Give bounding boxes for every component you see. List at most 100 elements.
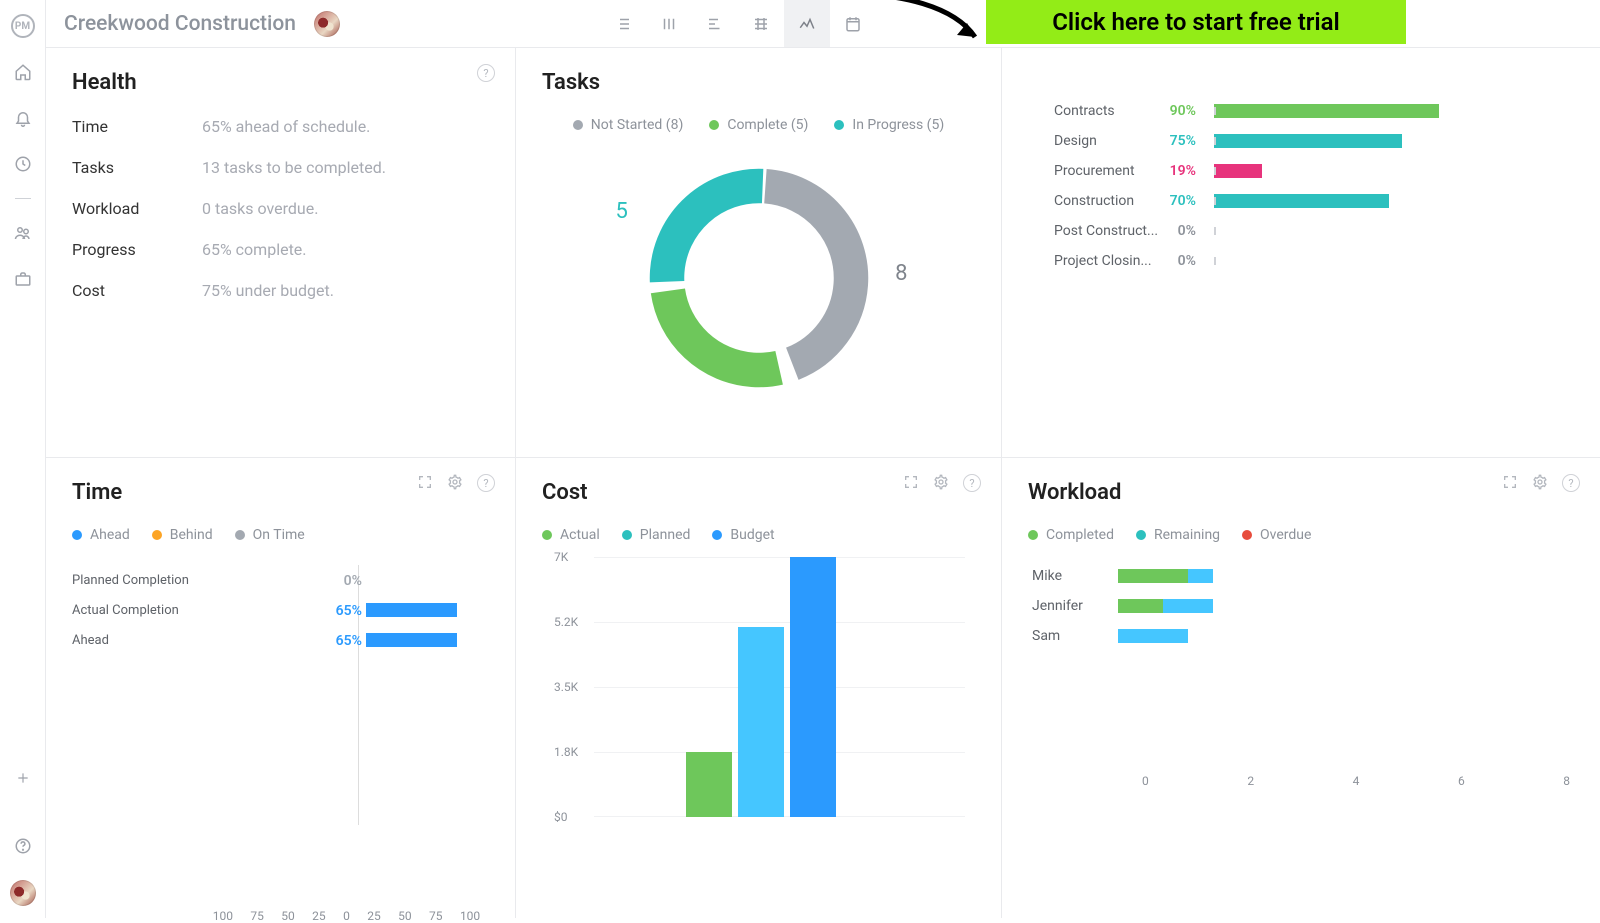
health-row-value: 65% complete. — [202, 240, 307, 259]
health-row-label: Tasks — [72, 158, 202, 177]
axis-tick: 0 — [343, 909, 350, 923]
progress-panel: Contracts90%Design75%Procurement19%Const… — [1002, 48, 1600, 458]
project-avatar[interactable] — [314, 11, 340, 37]
legend-label: Complete (5) — [727, 117, 808, 133]
legend-label: Actual — [560, 527, 600, 543]
workload-row: Sam — [1028, 621, 1574, 651]
progress-row: Procurement19% — [1050, 156, 1600, 186]
expand-icon[interactable] — [417, 474, 435, 492]
clock-icon[interactable] — [11, 152, 35, 176]
view-list-icon[interactable] — [600, 0, 646, 47]
cost-bar — [790, 557, 836, 817]
people-icon[interactable] — [11, 221, 35, 245]
progress-row: Design75% — [1050, 126, 1600, 156]
help-icon[interactable] — [11, 834, 35, 858]
time-row-label: Ahead — [72, 633, 242, 648]
view-dashboard-icon[interactable] — [784, 0, 830, 47]
progress-row-pct: 0% — [1162, 253, 1206, 269]
workload-bar — [1118, 599, 1418, 613]
legend-label: In Progress (5) — [852, 117, 944, 133]
progress-bar — [1214, 134, 1464, 148]
progress-row-pct: 75% — [1162, 133, 1206, 149]
legend-dot — [573, 120, 583, 130]
time-row: Actual Completion 65% — [72, 595, 489, 625]
time-row-pct: 65% — [336, 603, 362, 619]
axis-tick: 5.2K — [554, 615, 578, 629]
add-icon[interactable] — [11, 766, 35, 790]
time-row-pct: 65% — [336, 633, 362, 649]
axis-tick: 50 — [281, 909, 295, 923]
annotation-arrow — [840, 0, 990, 62]
expand-icon[interactable] — [1502, 474, 1520, 492]
axis-tick: 100 — [213, 909, 233, 923]
bell-icon[interactable] — [11, 106, 35, 130]
expand-icon[interactable] — [903, 474, 921, 492]
legend-label: Completed — [1046, 527, 1114, 543]
panel-title: Workload — [1028, 480, 1574, 505]
donut-label-not-started: 8 — [895, 261, 907, 286]
progress-row-pct: 90% — [1162, 103, 1206, 119]
panel-help-icon[interactable]: ? — [477, 64, 495, 82]
time-bar — [366, 603, 457, 617]
axis-tick: 4 — [1353, 774, 1360, 788]
time-row-pct: 0% — [344, 573, 362, 589]
workload-row-label: Jennifer — [1028, 598, 1118, 614]
axis-tick: 75 — [250, 909, 264, 923]
user-avatar[interactable] — [10, 880, 36, 906]
panel-title: Health — [72, 70, 489, 95]
view-gantt-icon[interactable] — [646, 0, 692, 47]
settings-icon[interactable] — [1532, 474, 1550, 492]
home-icon[interactable] — [11, 60, 35, 84]
progress-bar — [1214, 224, 1464, 238]
legend-label: Planned — [640, 527, 691, 543]
panel-help-icon[interactable]: ? — [477, 474, 495, 492]
cost-bar — [738, 627, 784, 817]
axis-tick: 2 — [1247, 774, 1254, 788]
legend-label: Overdue — [1260, 527, 1311, 543]
legend-label: Not Started (8) — [591, 117, 684, 133]
workload-bar — [1118, 629, 1418, 643]
progress-row-label: Procurement — [1050, 163, 1162, 179]
settings-icon[interactable] — [933, 474, 951, 492]
legend-label: Ahead — [90, 527, 130, 543]
legend-label: Behind — [170, 527, 213, 543]
workload-panel: Workload ? Completed Remaining Overdue M… — [1002, 458, 1600, 918]
axis-tick: 25 — [312, 909, 326, 923]
legend-dot — [709, 120, 719, 130]
app-sidebar: PM — [0, 0, 46, 918]
view-board-icon[interactable] — [692, 0, 738, 47]
progress-bar — [1214, 254, 1464, 268]
health-row-label: Workload — [72, 199, 202, 218]
cost-bar-chart: 7K5.2K3.5K1.8K$0 — [556, 557, 975, 817]
axis-tick: 0 — [1142, 774, 1149, 788]
view-grid-icon[interactable] — [738, 0, 784, 47]
donut-label-in-progress: 5 — [616, 199, 628, 224]
panel-help-icon[interactable]: ? — [1562, 474, 1580, 492]
axis-tick: 3.5K — [554, 680, 578, 694]
panel-help-icon[interactable]: ? — [963, 474, 981, 492]
progress-row: Post Construct...0% — [1050, 216, 1600, 246]
axis-tick: 7K — [554, 550, 568, 564]
progress-row: Contracts90% — [1050, 96, 1600, 126]
workload-row-label: Sam — [1028, 628, 1118, 644]
settings-icon[interactable] — [447, 474, 465, 492]
workload-bar — [1118, 569, 1418, 583]
health-row-label: Time — [72, 117, 202, 136]
time-bar — [366, 633, 457, 647]
legend-dot — [834, 120, 844, 130]
app-logo[interactable]: PM — [11, 14, 35, 38]
tasks-panel: Tasks Not Started (8) Complete (5) In Pr… — [516, 48, 1002, 458]
progress-row-label: Design — [1050, 133, 1162, 149]
briefcase-icon[interactable] — [11, 267, 35, 291]
trial-banner[interactable]: Click here to start free trial — [986, 0, 1406, 44]
time-row: Planned Completion0% — [72, 565, 489, 595]
progress-row-pct: 70% — [1162, 193, 1206, 209]
progress-bar — [1214, 164, 1464, 178]
progress-row-pct: 19% — [1162, 163, 1206, 179]
time-row-label: Actual Completion — [72, 603, 242, 618]
axis-tick: 1.8K — [554, 745, 578, 759]
time-legend: Ahead Behind On Time — [72, 527, 489, 543]
workload-row: Mike — [1028, 561, 1574, 591]
legend-label: Budget — [730, 527, 774, 543]
project-title: Creekwood Construction — [64, 12, 296, 36]
